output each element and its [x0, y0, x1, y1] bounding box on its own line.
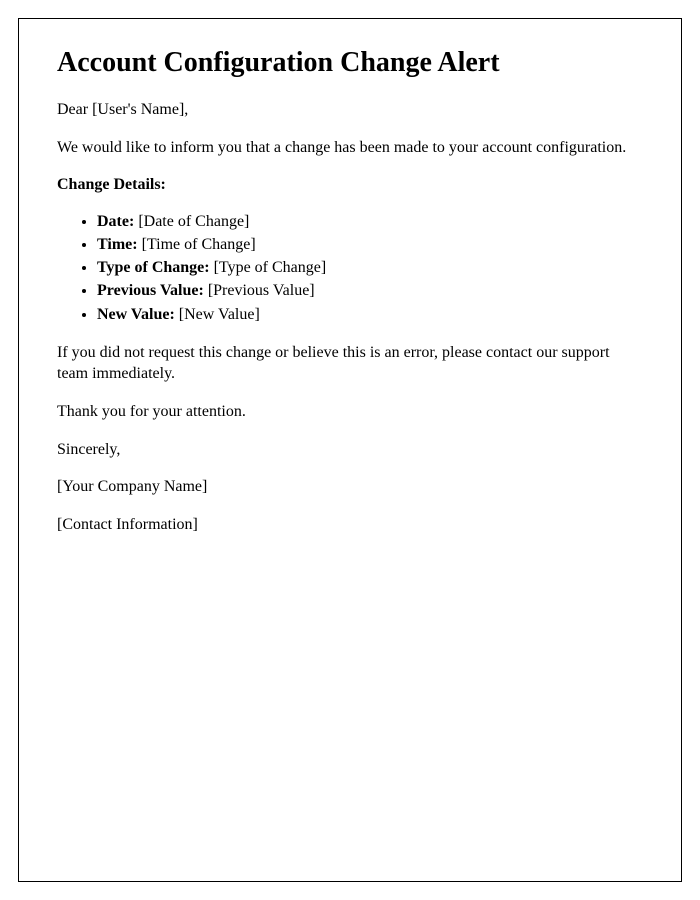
thanks-line: Thank you for your attention. [57, 401, 643, 423]
detail-value: [Time of Change] [142, 236, 256, 253]
detail-item-previous: Previous Value: [Previous Value] [97, 279, 643, 302]
detail-label: Date: [97, 213, 134, 230]
change-details-list: Date: [Date of Change] Time: [Time of Ch… [57, 210, 643, 326]
document-container: Account Configuration Change Alert Dear … [18, 18, 682, 882]
detail-label: New Value: [97, 306, 175, 323]
detail-item-time: Time: [Time of Change] [97, 233, 643, 256]
page-title: Account Configuration Change Alert [57, 47, 643, 79]
detail-item-type: Type of Change: [Type of Change] [97, 256, 643, 279]
detail-value: [Type of Change] [214, 259, 327, 276]
detail-label: Time: [97, 236, 138, 253]
detail-value: [Date of Change] [138, 213, 249, 230]
greeting-line: Dear [User's Name], [57, 99, 643, 121]
intro-paragraph: We would like to inform you that a chang… [57, 137, 643, 159]
detail-label: Type of Change: [97, 259, 210, 276]
detail-value: [Previous Value] [208, 282, 315, 299]
detail-item-date: Date: [Date of Change] [97, 210, 643, 233]
detail-value: [New Value] [179, 306, 260, 323]
warning-paragraph: If you did not request this change or be… [57, 342, 643, 385]
company-line: [Your Company Name] [57, 476, 643, 498]
detail-item-new: New Value: [New Value] [97, 303, 643, 326]
detail-label: Previous Value: [97, 282, 204, 299]
signoff-line: Sincerely, [57, 439, 643, 461]
contact-line: [Contact Information] [57, 514, 643, 536]
details-heading: Change Details: [57, 174, 643, 196]
